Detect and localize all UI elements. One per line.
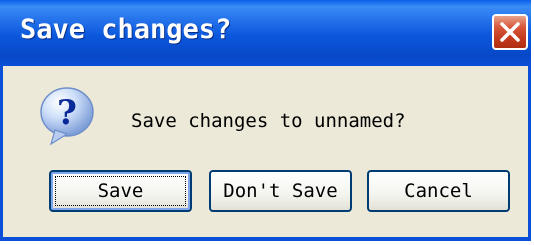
save-button[interactable]: Save <box>49 170 192 212</box>
cancel-button-label: Cancel <box>404 180 473 202</box>
save-changes-dialog: Save changes? ? Save changes to unnamed?… <box>0 0 531 241</box>
dont-save-button-label: Don't Save <box>223 180 338 202</box>
dialog-title: Save changes? <box>20 14 232 45</box>
cancel-button[interactable]: Cancel <box>367 170 510 212</box>
dialog-body: ? Save changes to unnamed? Save Don't Sa… <box>3 66 528 237</box>
close-icon <box>500 22 520 42</box>
save-button-label: Save <box>97 180 144 202</box>
svg-text:?: ? <box>57 93 77 133</box>
close-button[interactable] <box>492 14 528 50</box>
dont-save-button[interactable]: Don't Save <box>209 170 352 212</box>
title-bar[interactable]: Save changes? <box>0 0 531 66</box>
question-icon: ? <box>40 87 94 146</box>
dialog-message: Save changes to unnamed? <box>131 110 406 132</box>
